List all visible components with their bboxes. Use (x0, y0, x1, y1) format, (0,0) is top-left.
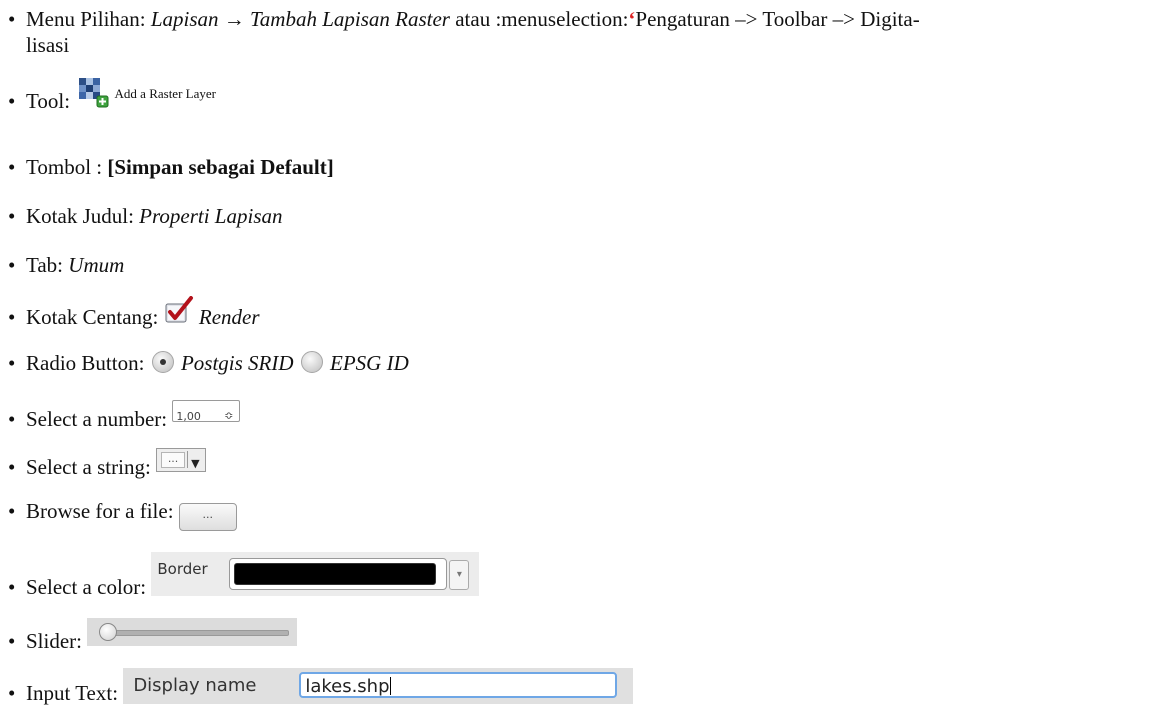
color-picker-button[interactable] (229, 558, 448, 590)
list-item-button: • Tombol : [Simpan sebagai Default] (8, 154, 334, 180)
list-item-color: • Select a color: Border ▾ (8, 552, 480, 600)
color-border-label: Border (157, 560, 208, 578)
list-item-slider: • Slider: (8, 618, 298, 654)
list-item-browse: • Browse for a file: ... (8, 498, 237, 531)
title-label: Kotak Judul: (26, 204, 140, 228)
list-item-checkbox: • Kotak Centang: Render (8, 296, 260, 330)
list-item-menu: • Menu Pilihan: Lapisan → Tambah Lapisan … (8, 6, 920, 58)
list-item-radio: • Radio Button: Postgis SRID EPSG ID (8, 350, 409, 376)
display-name-label: Display name (133, 675, 257, 696)
slider-handle[interactable] (99, 623, 118, 641)
radio-option-postgis-label: Postgis SRID (180, 351, 294, 375)
string-label: Select a string: (26, 455, 157, 479)
radio-selected-dot (159, 359, 166, 365)
menu-arrow: → (223, 7, 245, 31)
color-swatch (234, 563, 437, 585)
menu-middle-text: atau :menuselection: (449, 7, 629, 31)
save-default-button-text: [Simpan sebagai Default] (107, 155, 334, 179)
menu-label: Menu Pilihan: (26, 7, 151, 31)
bullet: • (8, 407, 16, 431)
bullet: • (8, 499, 16, 523)
menu-path-layer: Lapisan (150, 7, 219, 31)
bullet: • (8, 351, 16, 375)
list-item-tool: • Tool: Add a Raster Layer (8, 78, 216, 114)
string-select-separator (187, 451, 189, 468)
bullet: • (8, 455, 16, 479)
bullet: • (8, 681, 16, 705)
radio-option-epsg-label: EPSG ID (330, 351, 409, 375)
bullet: • (8, 7, 16, 31)
button-label: Tombol : (26, 155, 108, 179)
menu-wrap-text: lisasi (26, 33, 70, 57)
menu-rest-text: Pengaturan –> Toolbar –> Digita- (635, 7, 920, 31)
list-item-input: • Input Text: Display name lakes.shp (8, 668, 634, 706)
bullet: • (8, 575, 16, 599)
browse-file-button[interactable]: ... (178, 503, 237, 531)
tool-label: Tool: (26, 89, 76, 113)
raster-layer-add-icon (75, 78, 109, 108)
bullet: • (8, 155, 16, 179)
list-item-string: • Select a string: ... ▼ (8, 448, 207, 480)
slider-label: Slider: (26, 629, 88, 653)
input-label: Input Text: (26, 681, 124, 705)
list-item-tab: • Tab: Umum (8, 252, 124, 278)
bullet: • (8, 253, 16, 277)
slider-widget[interactable] (87, 618, 298, 646)
text-caret (389, 677, 391, 695)
spin-arrows-icon[interactable]: ≎ (224, 403, 233, 429)
tab-label: Tab: (26, 253, 69, 277)
number-spinbox-value: 1,00 (176, 410, 201, 423)
list-item-number: • Select a number: 1,00 ≎ (8, 400, 241, 432)
number-label: Select a number: (26, 407, 173, 431)
tool-caption: Add a Raster Layer (114, 86, 216, 101)
menu-path-add-raster: Tambah Lapisan Raster (250, 7, 450, 31)
string-select[interactable]: ... ▼ (156, 448, 207, 472)
tab-value: Umum (68, 253, 125, 277)
display-name-input[interactable]: lakes.shp (299, 672, 618, 698)
bullet: • (8, 204, 16, 228)
display-name-value: lakes.shp (305, 676, 390, 697)
number-spinbox[interactable]: 1,00 ≎ (172, 400, 241, 423)
bullet: • (8, 629, 16, 653)
color-widget: Border ▾ (151, 552, 480, 596)
radio-postgis-srid[interactable] (151, 351, 174, 373)
radio-label: Radio Button: (26, 351, 150, 375)
checkbox-checked-icon[interactable] (164, 296, 194, 330)
color-label: Select a color: (26, 575, 152, 599)
string-select-dots: ... (161, 452, 186, 468)
checkbox-render-label: Render (198, 305, 260, 329)
radio-epsg-id[interactable] (300, 351, 323, 373)
bullet: • (8, 89, 16, 113)
browse-label: Browse for a file: (26, 499, 179, 523)
dropdown-arrow-icon[interactable]: ▼ (191, 451, 199, 477)
color-dropdown-icon[interactable]: ▾ (449, 560, 470, 590)
list-item-title: • Kotak Judul: Properti Lapisan (8, 203, 283, 229)
slider-track[interactable] (101, 630, 290, 636)
input-widget: Display name lakes.shp (123, 668, 634, 704)
checkbox-label: Kotak Centang: (26, 305, 164, 329)
title-value: Properti Lapisan (139, 204, 283, 228)
bullet: • (8, 305, 16, 329)
